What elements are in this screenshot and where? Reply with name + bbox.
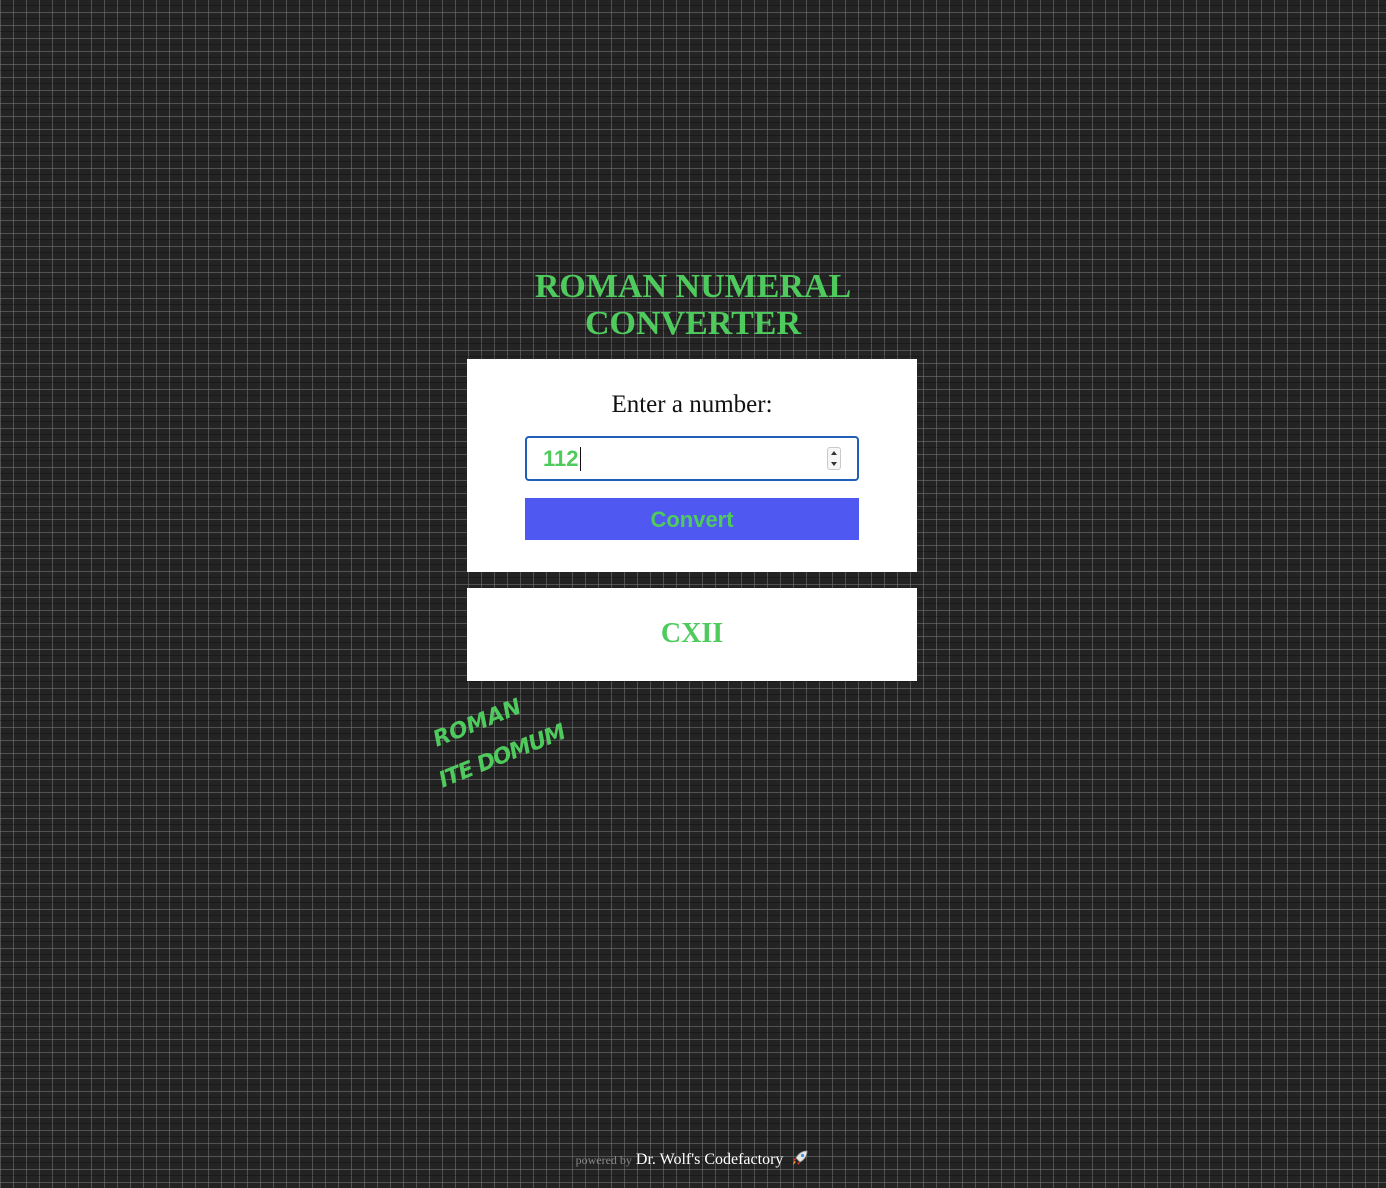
result-card: CXII [467, 588, 917, 681]
number-input[interactable]: 112 [525, 436, 859, 481]
page-title: ROMAN NUMERAL CONVERTER [0, 268, 1386, 342]
roman-numeral-result: CXII [660, 618, 724, 649]
spinner-up-icon[interactable] [831, 451, 837, 455]
converter-form-card: Enter a number: 112 Convert [467, 359, 917, 572]
spinner-down-icon[interactable] [831, 462, 837, 466]
number-input-text: 112 [543, 446, 579, 471]
rocket-icon [793, 1150, 808, 1165]
convert-button[interactable]: Convert [525, 498, 859, 540]
number-input-value[interactable]: 112 [543, 446, 581, 472]
graffiti-tag: ROMAN ITE DOMUM [430, 694, 570, 790]
text-caret [579, 447, 581, 471]
number-prompt-label: Enter a number: [611, 391, 773, 418]
page-title-line-2: CONVERTER [584, 305, 802, 342]
page-title-line-1: ROMAN NUMERAL [534, 268, 852, 305]
footer-powered-by: powered by [575, 1153, 632, 1167]
footer-brand-link[interactable]: Dr. Wolf's Codefactory [636, 1151, 784, 1168]
spinner-icon[interactable] [827, 447, 841, 470]
footer: powered by Dr. Wolf's Codefactory [0, 1148, 1386, 1169]
